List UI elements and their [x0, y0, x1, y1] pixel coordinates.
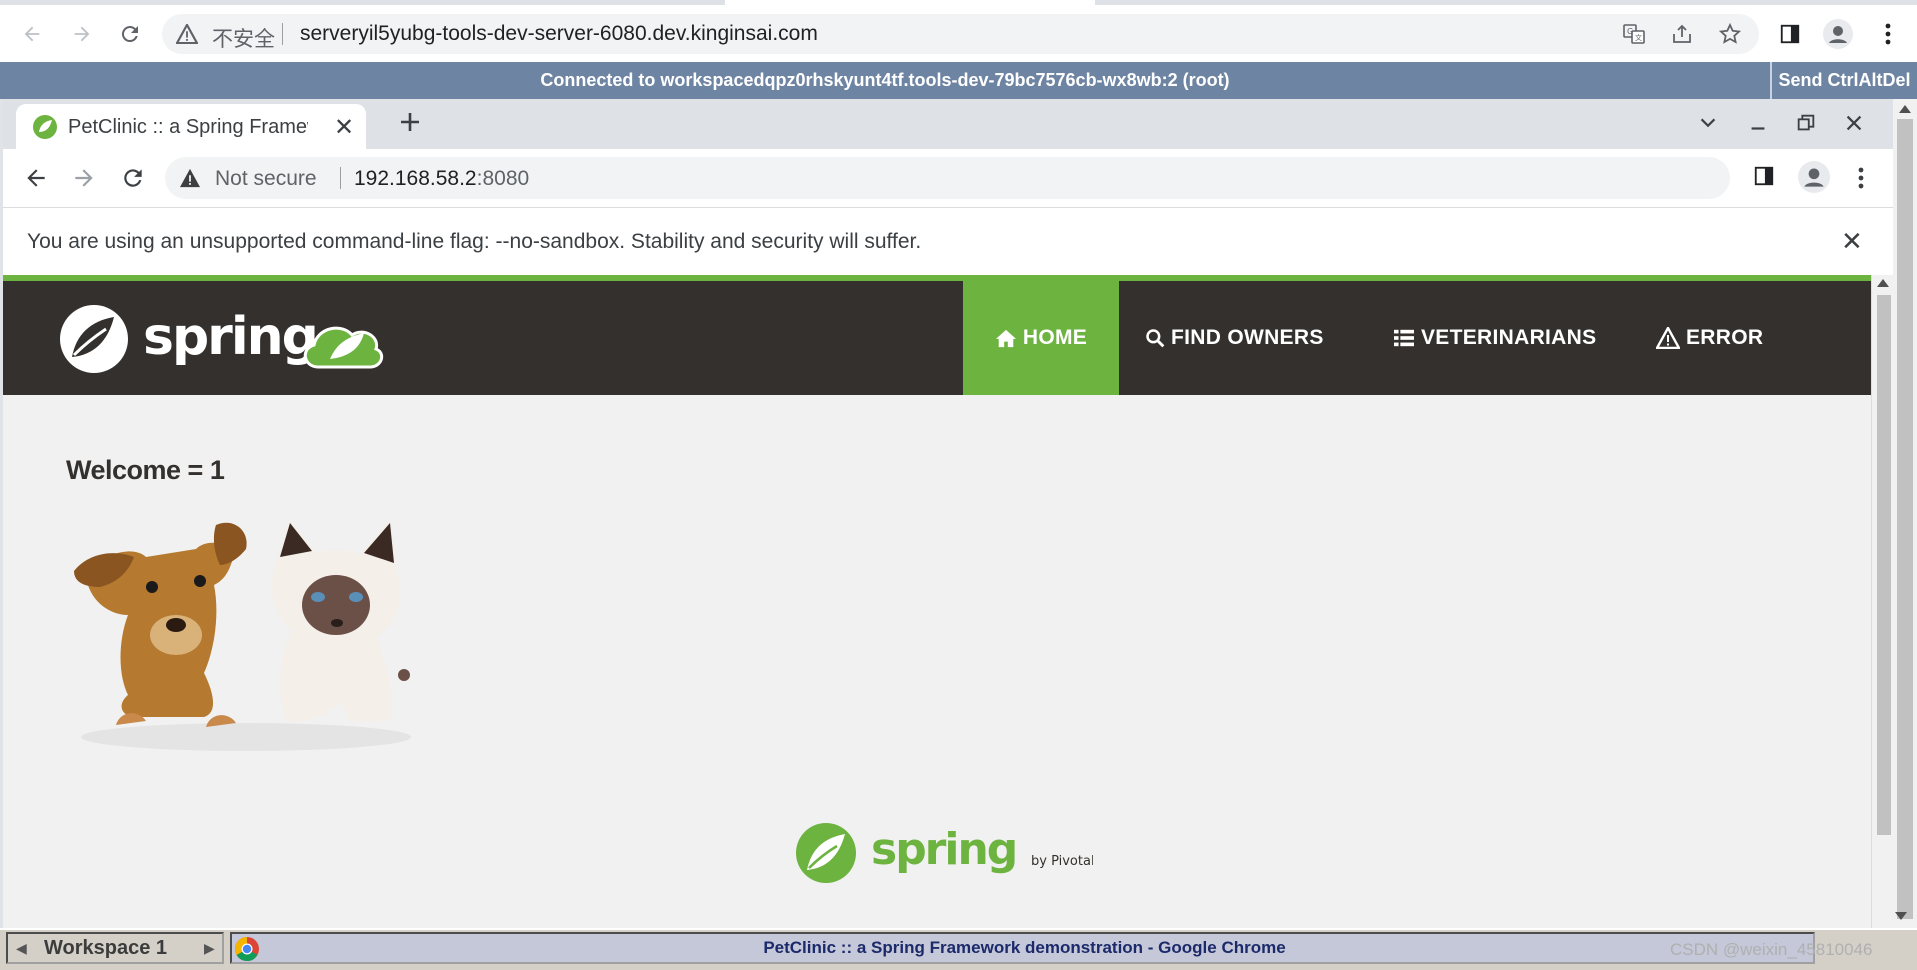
inner-omnibox-separator — [340, 167, 341, 189]
send-ctrl-alt-del-button[interactable]: Send CtrlAltDel — [1772, 62, 1917, 99]
menu-kebab-icon[interactable] — [1870, 16, 1906, 52]
security-label[interactable]: 不安全 — [212, 23, 275, 53]
footer-by-pivotal: by Pivotal. — [1031, 854, 1093, 869]
nav-find-owners-label: FIND OWNERS — [1171, 326, 1324, 349]
nav-veterinarians[interactable]: VETERINARIANS — [1393, 281, 1596, 395]
tab-title[interactable]: PetClinic :: a Spring Framework demonstr… — [68, 116, 308, 139]
welcome-heading: Welcome = 1 — [66, 455, 225, 485]
omnibox-separator — [282, 23, 283, 45]
outer-address-bar[interactable]: 不安全 serveryil5yubg-tools-dev-server-6080… — [162, 14, 1759, 54]
inner-menu-kebab-icon[interactable] — [1858, 167, 1864, 189]
svg-text:文: 文 — [1635, 33, 1642, 42]
scroll-up-arrow-icon[interactable] — [1877, 279, 1889, 287]
warning-icon[interactable] — [176, 24, 198, 44]
translate-icon[interactable]: G文 — [1616, 16, 1652, 52]
address-url[interactable]: serveryil5yubg-tools-dev-server-6080.dev… — [300, 22, 818, 46]
forward-icon[interactable] — [64, 16, 100, 52]
spring-favicon-icon — [32, 114, 58, 140]
nav-veterinarians-label: VETERINARIANS — [1421, 326, 1597, 349]
new-tab-icon[interactable] — [395, 107, 425, 137]
unsupported-flag-infobar: You are using an unsupported command-lin… — [3, 207, 1893, 275]
warning-triangle-icon — [1656, 327, 1680, 349]
minimize-icon[interactable] — [1747, 112, 1769, 134]
inner-back-icon[interactable] — [23, 165, 49, 191]
inner-address-url[interactable]: 192.168.58.2:8080 — [354, 167, 529, 191]
inner-security-label[interactable]: Not secure — [215, 167, 317, 191]
side-panel-icon[interactable] — [1772, 16, 1808, 52]
taskbar-window-button[interactable]: PetClinic :: a Spring Framework demonstr… — [230, 932, 1815, 964]
csdn-watermark: CSDN @weixin_45810046 — [1670, 940, 1873, 959]
nav-find-owners[interactable]: FIND OWNERS — [1145, 281, 1324, 395]
outer-scrollbar[interactable] — [1893, 99, 1917, 929]
workspace-next-arrow-icon[interactable]: ▶ — [204, 940, 215, 957]
outer-scrollbar-thumb[interactable] — [1897, 119, 1913, 919]
vnc-connection-status: Connected to workspacedqpz0rhskyunt4tf.t… — [540, 70, 1230, 90]
nav-error[interactable]: ERROR — [1656, 281, 1763, 395]
workspace-prev-arrow-icon[interactable]: ◀ — [16, 940, 27, 957]
page-scrollbar[interactable] — [1871, 275, 1893, 928]
profile-avatar-icon[interactable] — [1820, 16, 1856, 52]
share-icon[interactable] — [1664, 16, 1700, 52]
inner-profile-avatar-icon[interactable] — [1798, 161, 1830, 193]
url-port: :8080 — [476, 167, 530, 190]
outer-tabstrip — [0, 0, 1917, 5]
tab-petclinic[interactable]: PetClinic :: a Spring Framework demonstr… — [16, 104, 366, 150]
inner-warning-icon[interactable] — [179, 168, 201, 188]
nav-home-label: HOME — [1022, 326, 1088, 349]
inner-forward-icon[interactable] — [71, 165, 97, 191]
site-navbar: spring HOME FIND OWNERS VETERINARIANS ER… — [3, 281, 1871, 395]
outer-scroll-down-arrow-icon[interactable] — [1895, 912, 1907, 920]
workspace-switcher[interactable]: ◀ Workspace 1 ▶ — [6, 932, 224, 964]
search-icon — [1145, 328, 1165, 348]
spring-logo-text: spring — [143, 307, 317, 367]
inner-side-panel-icon[interactable] — [1753, 165, 1775, 187]
restore-icon[interactable] — [1795, 112, 1817, 134]
svg-text:G: G — [1627, 27, 1633, 36]
bookmark-star-icon[interactable] — [1712, 16, 1748, 52]
page-scrollbar-thumb[interactable] — [1877, 295, 1891, 835]
home-icon — [995, 328, 1017, 348]
tab-close-icon[interactable]: ✕ — [334, 113, 354, 142]
infobar-close-icon[interactable]: ✕ — [1841, 226, 1863, 257]
taskbar-window-title[interactable]: PetClinic :: a Spring Framework demonstr… — [232, 938, 1817, 958]
window-close-icon[interactable] — [1843, 112, 1865, 134]
nav-home[interactable]: HOME — [963, 281, 1119, 395]
outer-scroll-up-arrow-icon[interactable] — [1899, 105, 1911, 113]
infobar-message: You are using an unsupported command-lin… — [27, 230, 922, 253]
pets-image — [66, 505, 416, 755]
workspace-label[interactable]: Workspace 1 — [44, 937, 167, 960]
nav-error-label: ERROR — [1686, 326, 1764, 349]
list-icon — [1393, 328, 1415, 348]
back-icon[interactable] — [14, 16, 50, 52]
tab-search-chevron-icon[interactable] — [1697, 112, 1719, 134]
inner-address-bar[interactable]: Not secure 192.168.58.2:8080 — [165, 157, 1730, 199]
outer-browser-toolbar: 不安全 serveryil5yubg-tools-dev-server-6080… — [0, 0, 1917, 62]
footer-spring-pivotal-logo: spring by Pivotal. — [793, 820, 1093, 890]
reload-icon[interactable] — [112, 16, 148, 52]
inner-reload-icon[interactable] — [120, 165, 146, 191]
vnc-status-bar: Connected to workspacedqpz0rhskyunt4tf.t… — [0, 62, 1917, 99]
spring-logo[interactable]: spring — [58, 297, 408, 381]
url-host: 192.168.58.2 — [354, 167, 477, 190]
footer-spring-text: spring — [871, 824, 1016, 875]
